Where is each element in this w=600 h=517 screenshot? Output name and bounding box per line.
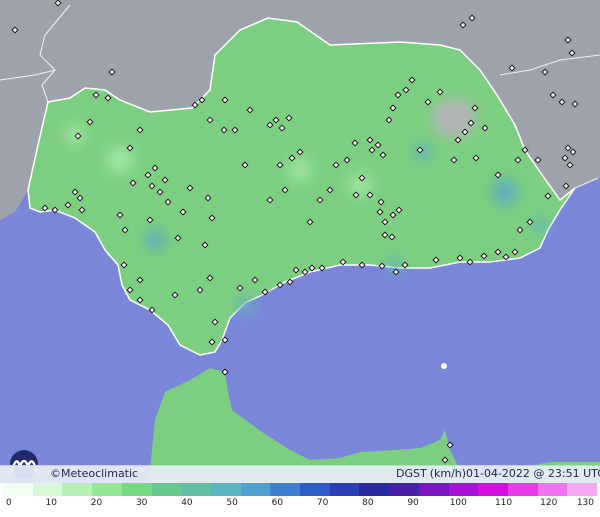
legend-swatch xyxy=(92,483,122,496)
wind-gust-map xyxy=(0,0,600,517)
map-viewport[interactable]: ©Meteoclimatic DGST (km/h) 01-04-2022 @ 2… xyxy=(0,0,600,517)
legend-tick-label: 70 xyxy=(316,498,329,508)
legend-tick-label: 10 xyxy=(45,498,57,508)
legend-swatch xyxy=(240,483,271,496)
credit-text[interactable]: ©Meteoclimatic xyxy=(50,467,138,480)
legend-swatch xyxy=(32,483,63,496)
legend-swatch xyxy=(537,483,568,496)
color-legend: 0 10 20 30 40 50 60 70 80 90 100 110 120 130 xyxy=(0,483,600,517)
legend-color-bar xyxy=(3,483,598,496)
legend-tick-label: 130 xyxy=(576,498,594,508)
legend-swatch xyxy=(359,483,390,496)
legend-swatch xyxy=(151,483,182,496)
legend-swatch xyxy=(418,483,449,496)
legend-swatch xyxy=(389,483,419,496)
timestamp-label: 01-04-2022 @ 23:51 UTC xyxy=(466,467,600,480)
legend-tick-label: 60 xyxy=(271,498,284,508)
legend-tick-label: 50 xyxy=(226,498,238,508)
map-info-bar: ©Meteoclimatic DGST (km/h) 01-04-2022 @ 2… xyxy=(0,465,600,483)
legend-swatch xyxy=(478,483,508,496)
legend-swatch xyxy=(270,483,301,496)
legend-swatch xyxy=(181,483,211,496)
legend-swatch xyxy=(448,483,479,496)
variable-label: DGST (km/h) xyxy=(396,467,467,480)
legend-tick-label: 110 xyxy=(494,498,513,508)
legend-swatch xyxy=(210,483,241,496)
legend-tick-label: 0 xyxy=(6,498,12,508)
legend-swatch xyxy=(62,483,93,496)
legend-tick-label: 30 xyxy=(135,498,148,508)
high-terrain-patch xyxy=(432,98,476,138)
legend-tick-label: 90 xyxy=(407,498,419,508)
legend-swatch xyxy=(507,483,538,496)
legend-tick-labels: 0 10 20 30 40 50 60 70 80 90 100 110 120 130 xyxy=(0,498,600,514)
legend-swatch xyxy=(300,483,330,496)
legend-swatch xyxy=(567,483,598,496)
legend-tick-label: 20 xyxy=(90,498,103,508)
legend-swatch xyxy=(121,483,152,496)
legend-swatch xyxy=(329,483,360,496)
legend-tick-label: 120 xyxy=(540,498,558,508)
station-marker[interactable] xyxy=(441,363,447,369)
legend-tick-label: 40 xyxy=(181,498,193,508)
legend-swatch xyxy=(3,483,33,496)
legend-tick-label: 100 xyxy=(449,498,467,508)
legend-tick-label: 80 xyxy=(362,498,374,508)
